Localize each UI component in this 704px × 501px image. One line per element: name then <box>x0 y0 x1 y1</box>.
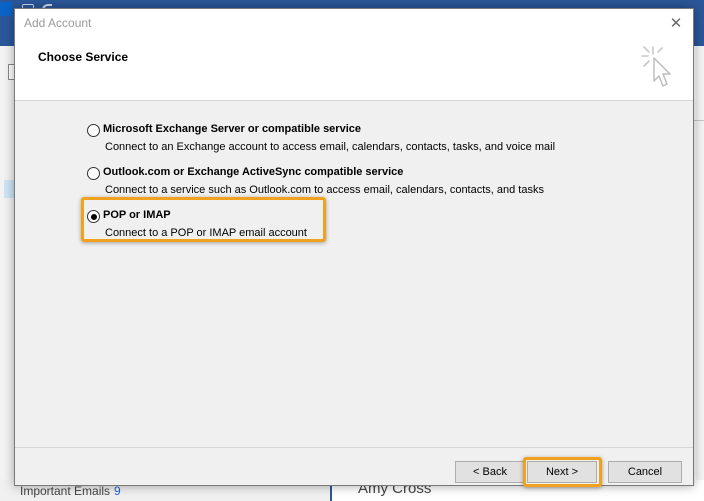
dialog-title-bar[interactable]: Add Account ✕ <box>15 9 693 37</box>
outlook-app-icon <box>0 2 12 16</box>
folder-label: Important Emails <box>20 484 111 498</box>
reading-pane-divider <box>694 120 704 121</box>
dialog-title: Add Account <box>24 16 92 30</box>
option-description: Connect to a service such as Outlook.com… <box>105 184 544 196</box>
footer-divider <box>15 447 693 448</box>
reading-pane-edge <box>696 46 704 501</box>
close-button[interactable]: ✕ <box>663 11 689 35</box>
highlight-frame-next <box>523 457 602 487</box>
folder-important-emails[interactable]: Important Emails 9 <box>20 484 121 498</box>
folder-pane <box>0 46 14 501</box>
dialog-header: Choose Service <box>15 37 693 101</box>
option-label: Outlook.com or Exchange ActiveSync compa… <box>103 166 404 178</box>
highlight-frame-pop-imap <box>81 197 326 242</box>
cancel-button[interactable]: Cancel <box>608 461 682 483</box>
close-icon: ✕ <box>669 14 683 32</box>
radio-exchange[interactable] <box>87 124 100 137</box>
option-label: Microsoft Exchange Server or compatible … <box>103 123 361 135</box>
ribbon-edge-right <box>694 22 704 46</box>
option-description: Connect to an Exchange account to access… <box>105 141 556 153</box>
wizard-cursor-icon <box>641 46 671 87</box>
page-title: Choose Service <box>38 50 129 64</box>
add-account-dialog: Add Account ✕ Choose Service Microsoft E… <box>14 8 694 487</box>
back-button[interactable]: < Back <box>455 461 525 483</box>
unread-count: 9 <box>114 484 121 498</box>
ribbon-edge-left <box>0 22 14 46</box>
radio-outlook-com[interactable] <box>87 167 100 180</box>
